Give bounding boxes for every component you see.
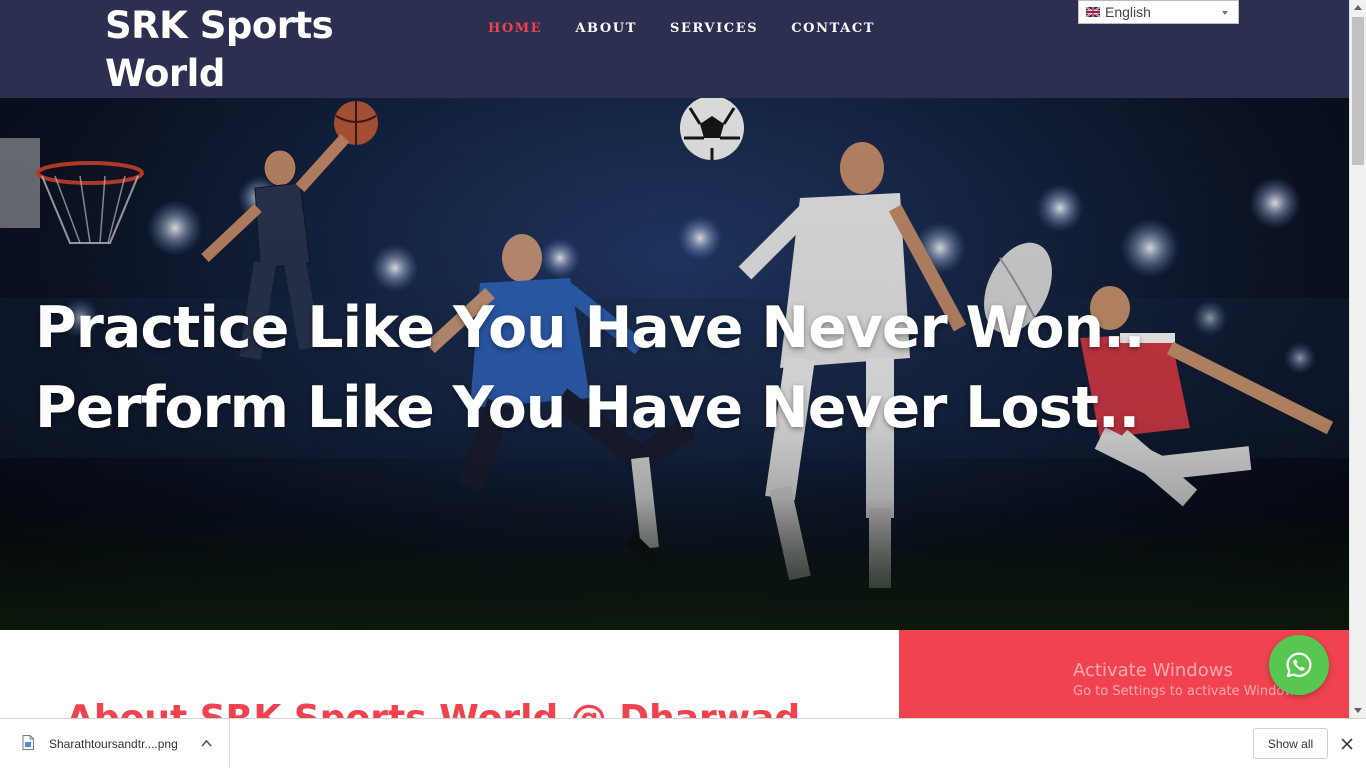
- hero-headline: Practice Like You Have Never Won.. Perfo…: [35, 288, 1145, 448]
- about-section: About SRK Sports World @ Dharwad: [0, 630, 899, 718]
- main-nav: HOME ABOUT SERVICES CONTACT: [488, 21, 875, 36]
- chevron-up-icon[interactable]: [201, 739, 212, 747]
- nav-services[interactable]: SERVICES: [670, 21, 758, 36]
- download-filename: Sharathtoursandtr....png: [49, 737, 178, 751]
- scroll-thumb[interactable]: [1352, 17, 1364, 165]
- uk-flag-icon: [1086, 7, 1100, 17]
- language-select[interactable]: English: [1078, 0, 1239, 24]
- nav-contact[interactable]: CONTACT: [791, 21, 875, 36]
- site-header: SRK Sports World HOME ABOUT SERVICES CON…: [0, 0, 1349, 98]
- nav-about[interactable]: ABOUT: [575, 21, 637, 36]
- chevron-down-icon: [1222, 11, 1228, 15]
- download-shelf: Sharathtoursandtr....png Show all: [0, 718, 1366, 768]
- file-icon: [22, 735, 34, 750]
- hero-banner: Practice Like You Have Never Won.. Perfo…: [0, 98, 1349, 630]
- activate-windows-subtitle: Go to Settings to activate Windows.: [1073, 684, 1306, 699]
- language-label: English: [1105, 4, 1151, 20]
- brand-line-1: SRK Sports: [105, 4, 334, 47]
- hero-headline-line-2: Perform Like You Have Never Lost..: [35, 375, 1140, 441]
- page-scrollbar[interactable]: [1349, 0, 1366, 718]
- scroll-down-arrow-icon[interactable]: [1354, 708, 1362, 713]
- scroll-up-arrow-icon[interactable]: [1354, 5, 1362, 10]
- brand-line-2: World: [105, 52, 225, 95]
- whatsapp-chat-button[interactable]: [1269, 635, 1329, 695]
- close-icon[interactable]: [1341, 738, 1353, 750]
- whatsapp-icon: [1286, 652, 1312, 678]
- browser-viewport: SRK Sports World HOME ABOUT SERVICES CON…: [0, 0, 1349, 718]
- site-logo[interactable]: SRK Sports World: [105, 2, 365, 98]
- show-all-button[interactable]: Show all: [1253, 728, 1328, 759]
- hero-headline-line-1: Practice Like You Have Never Won..: [35, 295, 1145, 361]
- about-heading: About SRK Sports World @ Dharwad: [66, 696, 800, 718]
- download-item[interactable]: Sharathtoursandtr....png: [0, 719, 230, 768]
- nav-home[interactable]: HOME: [488, 21, 542, 36]
